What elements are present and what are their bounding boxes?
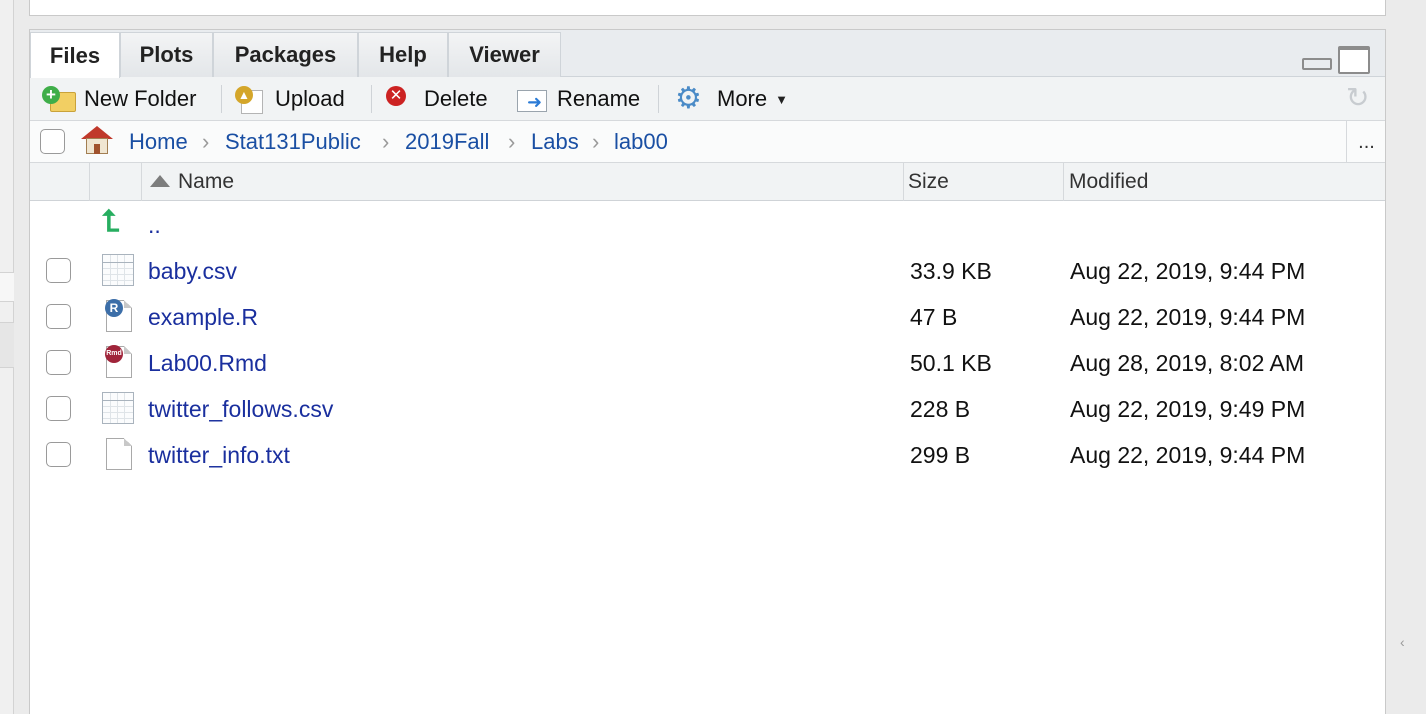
breadcrumb-separator-icon: › <box>592 129 600 154</box>
file-checkbox[interactable] <box>46 258 71 283</box>
file-checkbox[interactable] <box>46 350 71 375</box>
left-pane-edge <box>0 0 14 714</box>
header-size-column[interactable]: Size <box>904 163 1064 201</box>
file-modified: Aug 22, 2019, 9:49 PM <box>1070 396 1306 422</box>
delete-icon: ✕ <box>382 84 416 114</box>
file-checkbox[interactable] <box>46 442 71 467</box>
file-size: 50.1 KB <box>910 350 992 376</box>
toolbar-divider <box>371 85 372 113</box>
minimize-pane-icon[interactable] <box>1302 46 1332 70</box>
go-to-directory-button[interactable]: ... <box>1346 121 1386 163</box>
csv-icon <box>102 392 134 424</box>
up-arrow-icon: ⮤ <box>102 205 120 238</box>
file-size: 33.9 KB <box>910 258 992 284</box>
upper-pane <box>29 0 1386 16</box>
file-row[interactable]: baby.csv 33.9 KB Aug 22, 2019, 9:44 PM <box>30 248 1385 294</box>
upload-label: Upload <box>275 86 345 111</box>
breadcrumb-separator-icon: › <box>382 129 390 154</box>
upload-icon: ▲ <box>233 84 267 114</box>
breadcrumb-lab00[interactable]: lab00 <box>614 121 668 163</box>
header-checkbox-column <box>30 163 90 201</box>
file-size: 299 B <box>910 442 971 468</box>
new-folder-button[interactable]: + New Folder <box>42 77 196 121</box>
r-file-icon: R <box>105 299 132 332</box>
file-name-link[interactable]: Lab00.Rmd <box>148 340 267 386</box>
delete-label: Delete <box>424 86 488 111</box>
tab-viewer[interactable]: Viewer <box>448 32 561 77</box>
header-name-column[interactable]: Name <box>142 163 904 201</box>
rename-icon: ➜ <box>515 84 549 114</box>
file-name-link[interactable]: example.R <box>148 294 258 340</box>
file-checkbox[interactable] <box>46 396 71 421</box>
refresh-icon[interactable]: ↻ <box>1346 83 1376 113</box>
file-row[interactable]: Rmd Lab00.Rmd 50.1 KB Aug 28, 2019, 8:02… <box>30 340 1385 386</box>
tab-files[interactable]: Files <box>30 32 120 78</box>
file-modified: Aug 22, 2019, 9:44 PM <box>1070 258 1306 284</box>
file-modified: Aug 28, 2019, 8:02 AM <box>1070 350 1305 376</box>
delete-button[interactable]: ✕ Delete <box>382 77 488 121</box>
rmd-file-icon: Rmd <box>105 345 132 378</box>
file-size: 47 B <box>910 304 958 330</box>
path-breadcrumb: Home › Stat131Public › 2019Fall › Labs ›… <box>30 121 1385 163</box>
file-row[interactable]: twitter_follows.csv 228 B Aug 22, 2019, … <box>30 386 1385 432</box>
file-size: 228 B <box>910 396 971 422</box>
text-file-icon <box>106 438 132 470</box>
toolbar-divider <box>658 85 659 113</box>
files-toolbar: + New Folder ▲ Upload ✕ Delete ➜ Rename <box>30 77 1385 121</box>
header-icon-column <box>90 163 142 201</box>
file-modified: Aug 22, 2019, 9:44 PM <box>1070 304 1306 330</box>
header-size-label: Size <box>908 170 949 193</box>
maximize-pane-icon[interactable] <box>1338 46 1370 74</box>
header-name-label: Name <box>178 170 235 193</box>
upload-button[interactable]: ▲ Upload <box>233 77 345 121</box>
tab-plots[interactable]: Plots <box>120 32 213 77</box>
file-name-link[interactable]: baby.csv <box>148 248 237 294</box>
right-window-edge: ‹ <box>1386 0 1426 714</box>
breadcrumb-labs[interactable]: Labs <box>531 121 579 163</box>
breadcrumb-separator-icon: › <box>202 129 210 154</box>
left-pane-segment <box>0 272 14 302</box>
tab-help[interactable]: Help <box>358 32 448 77</box>
tab-packages[interactable]: Packages <box>213 32 358 77</box>
sort-ascending-icon <box>150 175 170 187</box>
chevron-down-icon: ▼ <box>775 91 788 107</box>
file-name-link[interactable]: twitter_info.txt <box>148 432 290 478</box>
resize-chevron-icon[interactable]: ‹ <box>1400 634 1405 650</box>
breadcrumb-separator-icon: › <box>508 129 516 154</box>
new-folder-icon: + <box>42 84 76 114</box>
rename-button[interactable]: ➜ Rename <box>515 77 640 121</box>
file-modified: Aug 22, 2019, 9:44 PM <box>1070 442 1306 468</box>
home-icon[interactable] <box>80 125 114 157</box>
left-pane-segment <box>0 322 14 368</box>
pane-tab-bar: Files Plots Packages Help Viewer <box>30 30 1385 78</box>
select-all-checkbox[interactable] <box>40 129 65 154</box>
file-name-link[interactable]: twitter_follows.csv <box>148 386 333 432</box>
new-folder-label: New Folder <box>84 86 197 111</box>
breadcrumb-2019fall[interactable]: 2019Fall <box>405 121 489 163</box>
header-modified-label: Modified <box>1069 170 1149 193</box>
csv-icon <box>102 254 134 286</box>
file-row[interactable]: twitter_info.txt 299 B Aug 22, 2019, 9:4… <box>30 432 1385 478</box>
breadcrumb-stat131public[interactable]: Stat131Public <box>225 121 361 163</box>
file-list-header: Name Size Modified <box>30 163 1385 201</box>
file-checkbox[interactable] <box>46 304 71 329</box>
parent-directory-link[interactable]: .. <box>148 202 161 248</box>
header-modified-column[interactable]: Modified <box>1064 163 1387 201</box>
files-pane: Files Plots Packages Help Viewer + New F… <box>29 29 1386 714</box>
more-menu-button[interactable]: ⚙ More ▼ <box>675 77 788 121</box>
file-row[interactable]: R example.R 47 B Aug 22, 2019, 9:44 PM <box>30 294 1385 340</box>
parent-directory-row[interactable]: ⮤ .. <box>30 202 1385 248</box>
toolbar-divider <box>221 85 222 113</box>
more-label: More <box>717 86 768 111</box>
gear-icon: ⚙ <box>675 82 702 115</box>
rename-label: Rename <box>557 86 641 111</box>
breadcrumb-home[interactable]: Home <box>129 121 188 163</box>
